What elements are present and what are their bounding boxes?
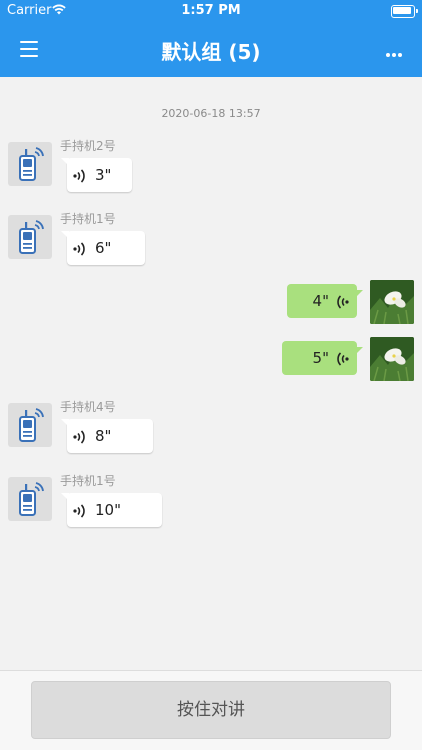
voice-wave-icon [335,294,349,313]
chat-area[interactable]: 2020-06-18 13:57 手持机2号 3" 手持机1号 6" 4" 5"… [0,77,422,670]
screen: Carrier 1:57 PM 默认组 (5) 2020-06-18 13:57 [0,0,422,750]
sender-name: 手持机1号 [60,474,116,488]
chat-timestamp: 2020-06-18 13:57 [161,107,261,120]
voice-wave-icon [335,351,349,370]
voice-duration: 5" [312,349,329,367]
bottom-bar: 按住对讲 [0,670,422,750]
voice-wave-icon [73,168,87,187]
more-dots-icon[interactable] [386,42,408,57]
user-avatar[interactable] [370,337,414,381]
voice-duration: 10" [95,501,121,519]
voice-wave-icon [73,429,87,448]
voice-wave-icon [73,241,87,260]
voice-message-bubble[interactable]: 10" [61,493,162,527]
voice-message-bubble[interactable]: 8" [61,419,153,453]
user-avatar[interactable] [370,280,414,324]
voice-message-bubble[interactable]: 6" [61,231,145,265]
voice-message-bubble[interactable]: 4" [287,284,363,318]
page-title: 默认组 (5) [161,40,261,64]
sender-name: 手持机4号 [60,400,116,414]
voice-duration: 3" [95,166,112,184]
voice-duration: 8" [95,427,112,445]
sender-name: 手持机1号 [60,212,116,226]
status-time: 1:57 PM [181,3,241,18]
top-bar: Carrier 1:57 PM 默认组 (5) [0,0,422,77]
sender-name: 手持机2号 [60,139,116,153]
voice-wave-icon [73,503,87,522]
battery-icon [391,5,418,18]
voice-message-bubble[interactable]: 3" [61,158,132,192]
voice-message-bubble[interactable]: 5" [282,341,363,375]
walkie-talkie-icon[interactable] [8,215,52,259]
status-bar: Carrier 1:57 PM [0,0,422,22]
push-to-talk-button[interactable]: 按住对讲 [31,681,391,739]
walkie-talkie-icon[interactable] [8,477,52,521]
walkie-talkie-icon[interactable] [8,403,52,447]
message-outgoing: 5" [274,337,414,381]
voice-duration: 4" [312,292,329,310]
walkie-talkie-icon[interactable] [8,142,52,186]
voice-duration: 6" [95,239,112,257]
message-outgoing: 4" [274,280,414,324]
